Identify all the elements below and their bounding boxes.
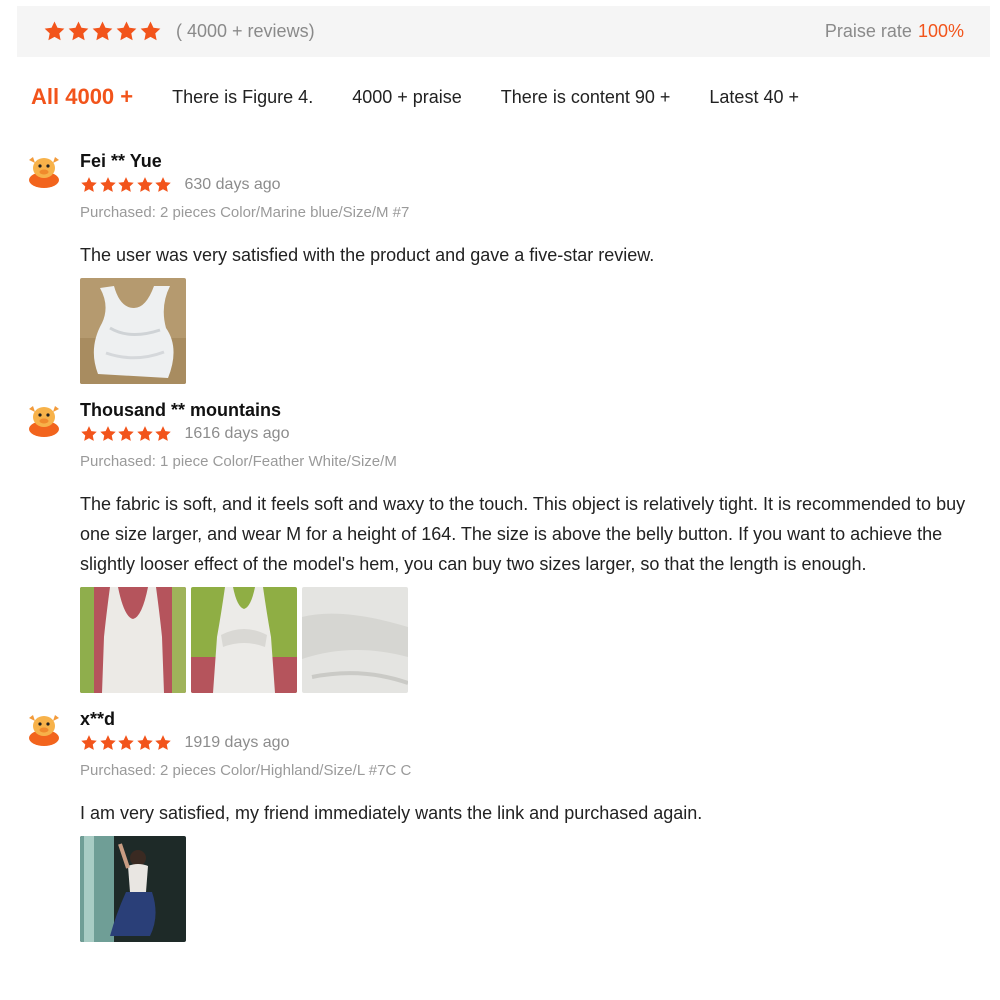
star-icon xyxy=(118,426,134,441)
review-date: 1919 days ago xyxy=(184,734,290,751)
tab-with-figure[interactable]: There is Figure 4. xyxy=(172,87,313,108)
review-star-rating xyxy=(80,734,173,752)
purchase-info: Purchased: 1 piece Color/Feather White/S… xyxy=(80,453,397,470)
star-icon xyxy=(81,735,97,750)
review-photo[interactable] xyxy=(80,587,186,693)
praise-rate-label: Praise rate xyxy=(824,21,912,41)
star-icon xyxy=(155,735,171,750)
star-icon xyxy=(44,21,65,41)
star-icon xyxy=(99,426,116,441)
review-star-rating xyxy=(80,425,173,443)
review-text: The fabric is soft, and it feels soft an… xyxy=(80,494,966,574)
review-photo[interactable] xyxy=(80,278,186,384)
star-icon xyxy=(136,426,153,441)
purchase-info: Purchased: 2 pieces Color/Marine blue/Si… xyxy=(80,204,410,221)
star-icon xyxy=(68,21,89,41)
tab-latest[interactable]: Latest 40 + xyxy=(709,87,799,108)
star-icon xyxy=(92,21,113,41)
review-filter-tabs: All 4000 + There is Figure 4. 4000 + pra… xyxy=(31,82,838,112)
rating-summary-bar: ( 4000 + reviews) Praise rate 100% xyxy=(17,6,990,57)
star-icon xyxy=(155,177,171,192)
review-text: The user was very satisfied with the pro… xyxy=(80,245,655,265)
star-icon xyxy=(99,735,116,750)
review-photo[interactable] xyxy=(191,587,297,693)
avatar-icon xyxy=(29,406,59,437)
tab-all[interactable]: All 4000 + xyxy=(31,84,133,110)
review-star-rating xyxy=(80,176,173,194)
review-date: 1616 days ago xyxy=(184,425,290,442)
star-icon xyxy=(118,177,134,192)
purchase-info: Purchased: 2 pieces Color/Highland/Size/… xyxy=(80,762,412,779)
avatar-icon xyxy=(29,715,59,746)
star-icon xyxy=(155,426,171,441)
reviewer-name: x**d xyxy=(80,709,116,729)
star-icon xyxy=(136,177,153,192)
star-icon xyxy=(116,21,137,41)
tab-with-content[interactable]: There is content 90 + xyxy=(501,87,671,108)
praise-rate: Praise rate 100% xyxy=(825,21,964,42)
avatar-icon xyxy=(29,157,59,188)
review-date: 630 days ago xyxy=(184,176,281,193)
summary-star-rating xyxy=(43,20,162,43)
review-photo[interactable] xyxy=(302,587,408,693)
reviewer-name: Thousand ** mountains xyxy=(80,400,282,420)
star-icon xyxy=(81,426,97,441)
reviews-count: ( 4000 + reviews) xyxy=(176,21,315,41)
star-icon xyxy=(81,177,97,192)
star-icon xyxy=(140,21,161,41)
star-icon xyxy=(118,735,134,750)
review-photo[interactable] xyxy=(80,836,186,942)
star-icon xyxy=(136,735,153,750)
star-icon xyxy=(99,177,116,192)
praise-rate-value: 100% xyxy=(917,21,964,41)
tab-praise[interactable]: 4000 + praise xyxy=(352,87,462,108)
reviewer-name: Fei ** Yue xyxy=(80,151,162,171)
review-text: I am very satisfied, my friend immediate… xyxy=(80,803,703,823)
